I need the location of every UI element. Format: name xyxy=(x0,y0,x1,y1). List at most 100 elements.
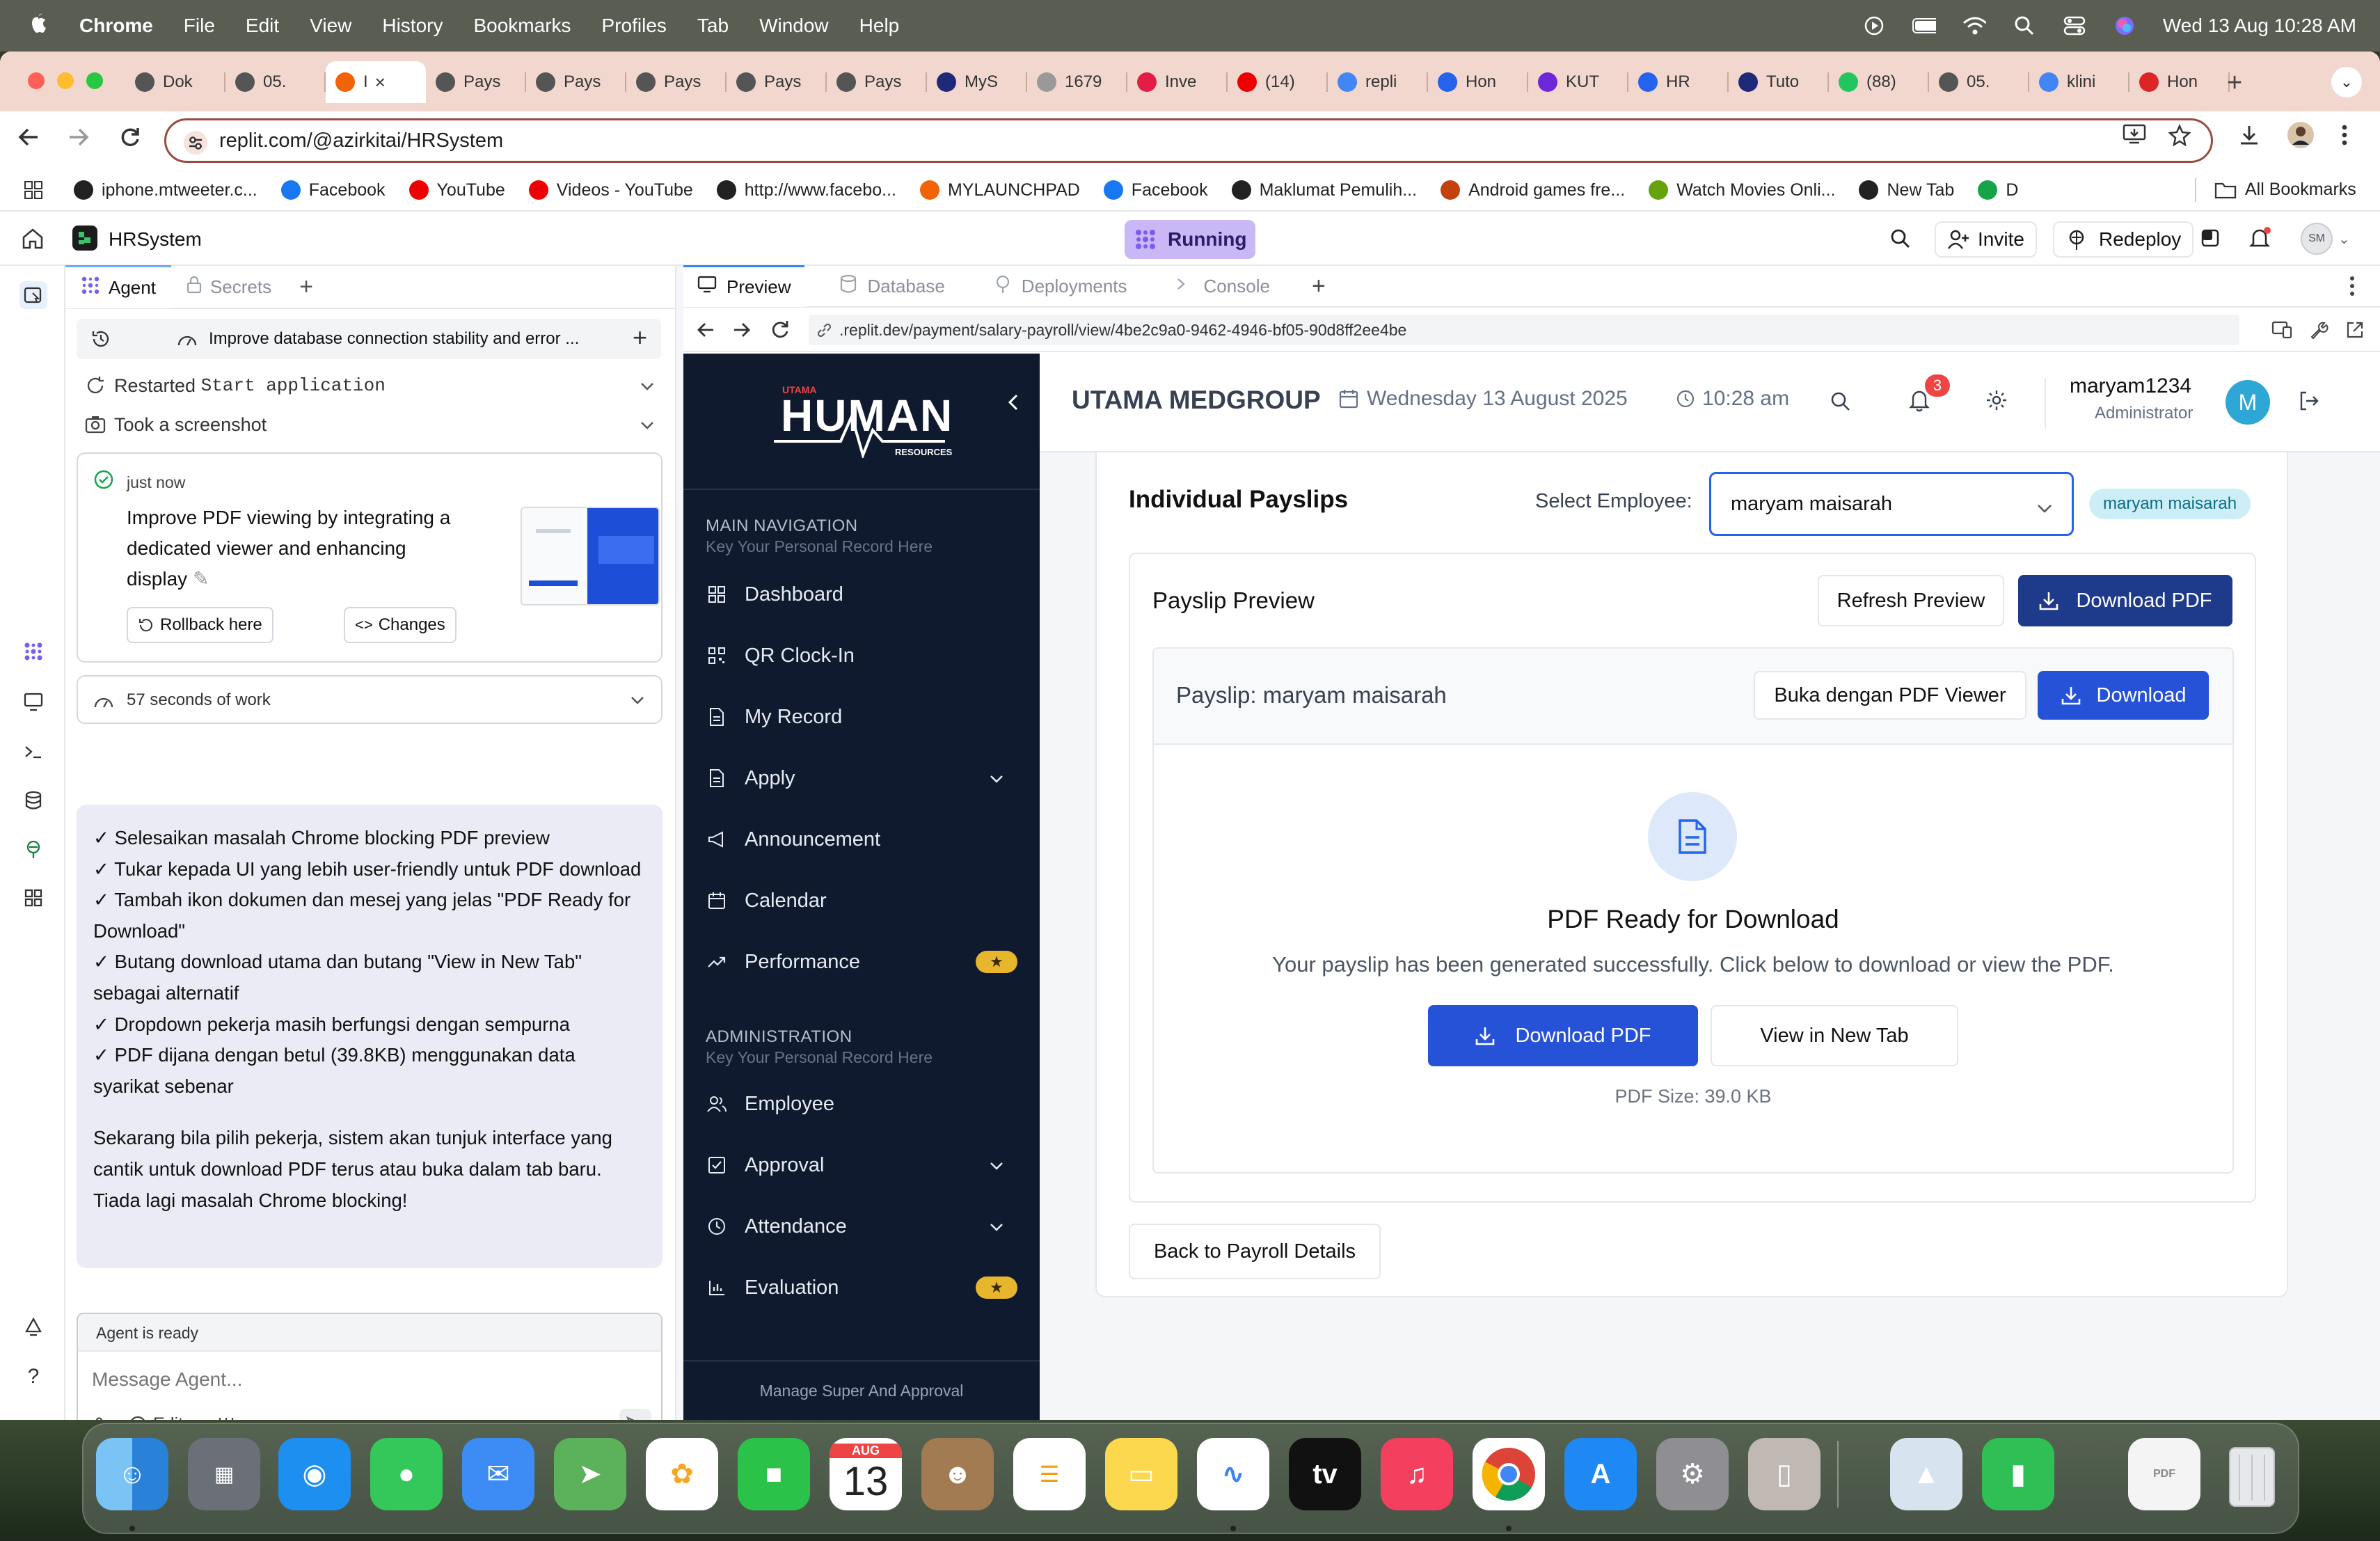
photos-icon[interactable]: ✿ xyxy=(646,1438,718,1510)
menu-file[interactable]: File xyxy=(184,15,215,37)
reload-icon[interactable] xyxy=(770,319,791,343)
close-window-button[interactable] xyxy=(28,72,45,89)
view-in-new-tab-button[interactable]: View in New Tab xyxy=(1711,1005,1958,1066)
pdf-document-icon[interactable]: PDF xyxy=(2128,1438,2200,1510)
launchpad-icon[interactable]: ▦ xyxy=(188,1438,260,1510)
back-arrow-icon[interactable] xyxy=(17,125,40,155)
changes-button[interactable]: <> Changes xyxy=(344,607,457,643)
notes-icon[interactable]: ▭ xyxy=(1105,1438,1177,1510)
system-settings-icon[interactable]: ⚙ xyxy=(1656,1438,1729,1510)
browser-tab[interactable]: Pays xyxy=(827,61,927,103)
open-external-icon[interactable] xyxy=(2345,320,2365,343)
menu-profiles[interactable]: Profiles xyxy=(602,15,667,37)
add-tab-button[interactable]: + xyxy=(1312,273,1326,300)
all-tools-grid-icon[interactable] xyxy=(19,884,47,912)
menu-edit[interactable]: Edit xyxy=(246,15,279,37)
browser-tab[interactable]: 05. xyxy=(1929,61,2029,103)
browser-tab[interactable]: (88) xyxy=(1829,61,1929,103)
tab-preview[interactable]: Preview xyxy=(683,265,805,307)
browser-tab[interactable]: (14) xyxy=(1228,61,1328,103)
tab-search-chevron-icon[interactable]: ⌄ xyxy=(2331,67,2362,97)
settings-gear-icon[interactable] xyxy=(1985,388,2008,416)
search-icon[interactable] xyxy=(1890,228,1911,253)
bookmark-item[interactable]: Facebook xyxy=(280,180,386,200)
database-icon[interactable] xyxy=(19,787,47,814)
chrome-icon[interactable] xyxy=(1473,1438,1545,1510)
forward-arrow-icon[interactable] xyxy=(67,125,90,155)
history-icon[interactable] xyxy=(90,329,111,354)
download-pdf-button[interactable]: Download PDF xyxy=(1428,1005,1698,1066)
menu-app-name[interactable]: Chrome xyxy=(79,15,153,37)
siri-icon[interactable] xyxy=(2113,17,2136,35)
back-to-payroll-button[interactable]: Back to Payroll Details xyxy=(1129,1224,1381,1279)
freeform-icon[interactable]: ∿ xyxy=(1197,1438,1269,1510)
collapse-sidebar-icon[interactable] xyxy=(1006,393,1020,416)
browser-tab[interactable]: Hon xyxy=(2129,61,2230,103)
agent-icon[interactable] xyxy=(19,638,47,665)
browser-tab[interactable]: Hon xyxy=(1428,61,1528,103)
browser-tab[interactable]: Pays xyxy=(727,61,827,103)
browser-tab[interactable]: Pays xyxy=(626,61,727,103)
bookmark-item[interactable]: Maklumat Pemulih... xyxy=(1231,180,1417,200)
download-button[interactable]: Download xyxy=(2038,671,2209,720)
install-app-icon[interactable] xyxy=(2123,124,2146,150)
refresh-preview-button[interactable]: Refresh Preview xyxy=(1818,575,2004,626)
nav-evaluation[interactable]: Evaluation ★ xyxy=(706,1267,1017,1309)
app-store-icon[interactable]: A xyxy=(1564,1438,1637,1510)
maps-icon[interactable]: ➤ xyxy=(554,1438,626,1510)
all-bookmarks-folder[interactable]: All Bookmarks xyxy=(2214,180,2356,200)
battery-icon[interactable] xyxy=(1912,17,1936,35)
search-icon[interactable] xyxy=(1830,391,1851,416)
menu-help[interactable]: Help xyxy=(859,15,900,37)
browser-tab[interactable]: Pays xyxy=(426,61,526,103)
download-pdf-header-button[interactable]: Download PDF xyxy=(2018,575,2232,626)
profile-avatar[interactable] xyxy=(2287,121,2315,155)
bookmark-item[interactable]: D xyxy=(1978,180,2018,200)
finder-icon[interactable]: ☺ xyxy=(96,1438,168,1510)
bookmark-item[interactable]: MYLAUNCHPAD xyxy=(919,180,1080,200)
chrome-menu-icon[interactable] xyxy=(2341,124,2348,152)
browser-tab[interactable]: Tuto xyxy=(1729,61,1829,103)
minimize-window-button[interactable] xyxy=(57,72,74,89)
messages-icon[interactable]: ● xyxy=(370,1438,443,1510)
work-duration-card[interactable]: 57 seconds of work xyxy=(77,675,663,724)
new-tab-button[interactable]: + xyxy=(2227,68,2242,98)
mail-icon[interactable]: ✉ xyxy=(462,1438,534,1510)
redeploy-button[interactable]: Redeploy xyxy=(2053,221,2194,258)
more-options-icon[interactable] xyxy=(2349,276,2355,300)
nav-calendar[interactable]: Calendar xyxy=(706,880,1017,922)
browser-tab[interactable]: 1679 xyxy=(1027,61,1127,103)
address-bar[interactable]: replit.com/@azirkitai/HRSystem xyxy=(164,118,2213,163)
tab-agent[interactable]: Agent xyxy=(65,265,171,308)
home-icon[interactable] xyxy=(21,227,45,254)
menu-window[interactable]: Window xyxy=(759,15,829,37)
menu-history[interactable]: History xyxy=(382,15,443,37)
browser-tab[interactable]: 05. xyxy=(225,61,326,103)
downloads-icon[interactable] xyxy=(2238,124,2260,152)
invite-button[interactable]: Invite xyxy=(1935,221,2037,258)
nav-approval[interactable]: Approval xyxy=(706,1144,1017,1186)
edit-mode-button[interactable]: Edit xyxy=(128,1414,183,1420)
nav-performance[interactable]: Performance ★ xyxy=(706,941,1017,983)
browser-tab[interactable]: HR xyxy=(1628,61,1729,103)
browser-tab[interactable]: repli xyxy=(1328,61,1428,103)
zoom-window-button[interactable] xyxy=(86,72,103,89)
nav-my-record[interactable]: My Record xyxy=(706,696,1017,738)
music-icon[interactable]: ♫ xyxy=(1381,1438,1453,1510)
wrench-icon[interactable] xyxy=(2309,320,2329,343)
numbers-icon[interactable]: ▮ xyxy=(1982,1438,2054,1510)
notifications-bell-icon[interactable] xyxy=(2248,227,2271,254)
tab-console[interactable]: Console xyxy=(1162,265,1284,307)
employee-select[interactable]: maryam maisarah xyxy=(1709,472,2074,536)
safari-icon[interactable]: ◉ xyxy=(278,1438,351,1510)
apple-menu-icon[interactable] xyxy=(28,11,49,41)
menu-view[interactable]: View xyxy=(310,15,351,37)
bookmark-item[interactable]: YouTube xyxy=(408,180,505,200)
send-button[interactable] xyxy=(619,1409,651,1420)
bookmark-item[interactable]: iphone.mtweeter.c... xyxy=(74,180,257,200)
rollback-button[interactable]: Rollback here xyxy=(127,607,273,643)
bookmark-item[interactable]: Watch Movies Onli... xyxy=(1649,180,1835,200)
project-name[interactable]: HRSystem xyxy=(109,228,202,251)
browser-tab[interactable]: I × xyxy=(326,61,426,103)
event-restarted[interactable]: Restarted Start application xyxy=(85,370,656,401)
